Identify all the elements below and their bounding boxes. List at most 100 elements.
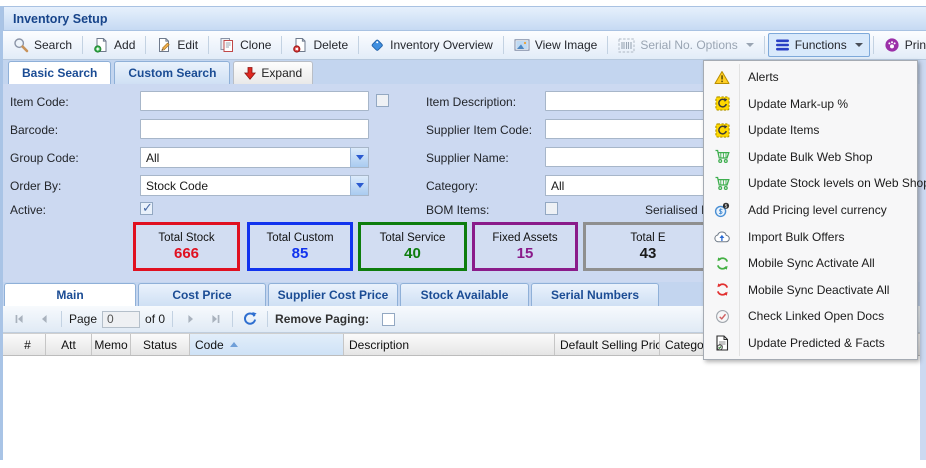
search-button[interactable]: Search — [6, 33, 79, 57]
page-number-input[interactable] — [102, 311, 140, 328]
serialised-items-label: Serialised It — [645, 203, 708, 217]
item-code-label: Item Code: — [10, 95, 69, 109]
tab-basic-search-label: Basic Search — [22, 66, 97, 80]
page-title: Inventory Setup — [13, 12, 107, 26]
refresh-button[interactable] — [240, 309, 260, 329]
print-button[interactable]: Print — [877, 33, 926, 57]
last-page-button[interactable] — [205, 309, 225, 329]
bom-items-label: BOM Items: — [426, 203, 489, 217]
warning-icon — [709, 70, 735, 85]
tab-serial-numbers-label: Serial Numbers — [551, 288, 639, 302]
column-header-default-selling-price[interactable]: Default Selling Pric — [555, 334, 660, 355]
category-value: All — [551, 179, 564, 193]
supplier-item-code-label: Supplier Item Code: — [426, 123, 532, 137]
menu-item-alerts[interactable]: Alerts — [704, 64, 917, 91]
toolbar-separator — [607, 36, 608, 54]
edit-icon — [156, 37, 172, 53]
toolbar-separator — [873, 36, 874, 54]
menu-item-import-bulk-offers[interactable]: Import Bulk Offers — [704, 223, 917, 250]
add-icon — [93, 37, 109, 53]
main-toolbar: Search Add Edit Clone De — [3, 31, 926, 60]
serial-no-options-label: Serial No. Options — [640, 38, 737, 52]
active-label: Active: — [10, 203, 46, 217]
remove-paging-checkbox[interactable] — [382, 313, 395, 326]
functions-button[interactable]: Functions — [768, 33, 870, 57]
prev-page-button[interactable] — [34, 309, 54, 329]
expand-button-label: Expand — [261, 66, 302, 80]
tab-main[interactable]: Main — [4, 283, 136, 306]
total-custom-label: Total Custom — [266, 232, 333, 244]
page-of-label: of 0 — [145, 312, 165, 326]
bom-items-checkbox[interactable] — [545, 202, 558, 215]
item-code-input[interactable] — [140, 91, 369, 111]
total-stock-value: 666 — [174, 245, 199, 262]
column-label: Default Selling Pric — [560, 338, 660, 352]
menu-item-update-stock-levels-web-shop[interactable]: Update Stock levels on Web Shop — [704, 170, 917, 197]
toolbar-separator — [503, 36, 504, 54]
view-image-button[interactable]: View Image — [507, 33, 604, 57]
column-label: Att — [61, 338, 76, 352]
toolbar-separator — [358, 36, 359, 54]
group-code-select[interactable]: All — [140, 147, 369, 168]
fixed-assets-value: 15 — [517, 245, 534, 262]
menu-item-update-bulk-web-shop[interactable]: Update Bulk Web Shop — [704, 144, 917, 171]
menu-item-label: Mobile Sync Activate All — [748, 256, 875, 270]
functions-dropdown-menu: Alerts Update Mark-up % Update Items Upd… — [703, 60, 918, 360]
tab-stock-available[interactable]: Stock Available — [400, 283, 529, 306]
clone-button[interactable]: Clone — [212, 33, 278, 57]
menu-item-update-markup[interactable]: Update Mark-up % — [704, 91, 917, 118]
chevron-down-icon[interactable] — [350, 148, 368, 167]
print-button-label: Print — [905, 38, 926, 52]
fixed-assets-box: Fixed Assets 15 — [472, 222, 578, 271]
column-header-description[interactable]: Description — [344, 334, 555, 355]
menu-item-mobile-sync-deactivate-all[interactable]: Mobile Sync Deactivate All — [704, 276, 917, 303]
column-header-number[interactable]: # — [10, 334, 46, 355]
tab-serial-numbers[interactable]: Serial Numbers — [531, 283, 659, 306]
cart-green-icon — [709, 176, 735, 191]
column-header-code[interactable]: Code — [190, 334, 344, 355]
title-bar: Inventory Setup — [3, 6, 926, 31]
tab-basic-search[interactable]: Basic Search — [8, 61, 111, 84]
column-label: Memo — [94, 338, 127, 352]
tab-cost-price[interactable]: Cost Price — [138, 283, 266, 306]
tab-custom-search[interactable]: Custom Search — [114, 61, 230, 84]
menu-item-add-pricing-level-currency[interactable]: $ Add Pricing level currency — [704, 197, 917, 224]
menu-item-label: Check Linked Open Docs — [748, 309, 884, 323]
order-by-select[interactable]: Stock Code — [140, 175, 369, 196]
functions-button-label: Functions — [795, 38, 847, 52]
tab-supplier-cost-price[interactable]: Supplier Cost Price — [268, 283, 398, 306]
column-header-status[interactable]: Status — [131, 334, 190, 355]
menu-item-label: Update Stock levels on Web Shop — [748, 176, 926, 190]
item-code-checkbox[interactable] — [376, 94, 389, 107]
expand-button[interactable]: Expand — [233, 61, 313, 84]
pricing-coin-icon: $ — [709, 202, 735, 218]
item-description-label: Item Description: — [426, 95, 516, 109]
active-checkbox[interactable] — [140, 202, 153, 215]
toolbar-separator — [82, 36, 83, 54]
serial-no-options-button[interactable]: Serial No. Options — [611, 34, 760, 57]
edit-button-label: Edit — [177, 38, 198, 52]
menu-item-update-predicted-facts[interactable]: Update Predicted & Facts — [704, 329, 917, 356]
delete-button[interactable]: Delete — [285, 33, 355, 57]
barcode-input[interactable] — [140, 119, 369, 139]
expand-arrow-icon — [244, 67, 256, 80]
column-header-memo[interactable]: Memo — [92, 334, 131, 355]
menu-item-update-items[interactable]: Update Items — [704, 117, 917, 144]
menu-item-mobile-sync-activate-all[interactable]: Mobile Sync Activate All — [704, 250, 917, 277]
edit-button[interactable]: Edit — [149, 33, 205, 57]
view-image-label: View Image — [535, 38, 597, 52]
inventory-overview-button[interactable]: Inventory Overview — [362, 33, 500, 57]
column-label: Status — [143, 338, 177, 352]
menu-item-check-linked-open-docs[interactable]: Check Linked Open Docs — [704, 303, 917, 330]
chevron-down-icon — [746, 43, 754, 47]
first-page-button[interactable] — [9, 309, 29, 329]
next-page-button[interactable] — [180, 309, 200, 329]
add-button[interactable]: Add — [86, 33, 142, 57]
window-right-border — [920, 60, 926, 460]
chevron-down-icon[interactable] — [350, 176, 368, 195]
menu-item-label: Update Predicted & Facts — [748, 336, 885, 350]
column-header-att[interactable]: Att — [46, 334, 92, 355]
inventory-setup-window: Inventory Setup Search Add Edit — [0, 0, 926, 468]
barcode-label: Barcode: — [10, 123, 58, 137]
grid-body[interactable] — [6, 356, 920, 460]
